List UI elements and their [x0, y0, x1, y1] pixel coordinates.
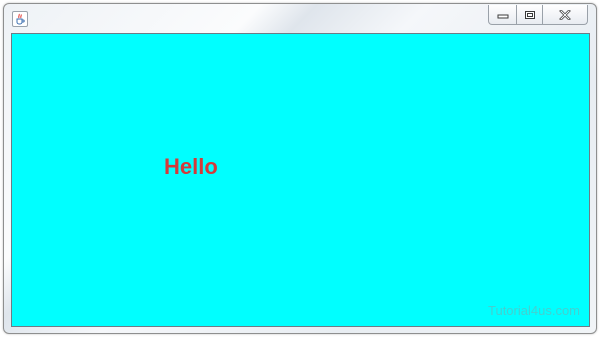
hello-label: Hello — [164, 154, 218, 179]
close-button[interactable] — [542, 5, 587, 24]
watermark-text: Tutorial4us.com — [488, 303, 580, 318]
java-cup-icon[interactable] — [12, 11, 28, 27]
minimize-icon — [497, 14, 508, 18]
maximize-button[interactable] — [516, 5, 542, 24]
title-bar[interactable] — [4, 4, 596, 33]
app-window: Hello Tutorial4us.com — [3, 3, 597, 334]
content-panel: Hello Tutorial4us.com — [11, 33, 590, 327]
maximize-icon — [524, 10, 535, 19]
window-controls — [488, 5, 588, 25]
minimize-button[interactable] — [489, 5, 516, 24]
close-icon — [559, 9, 571, 20]
